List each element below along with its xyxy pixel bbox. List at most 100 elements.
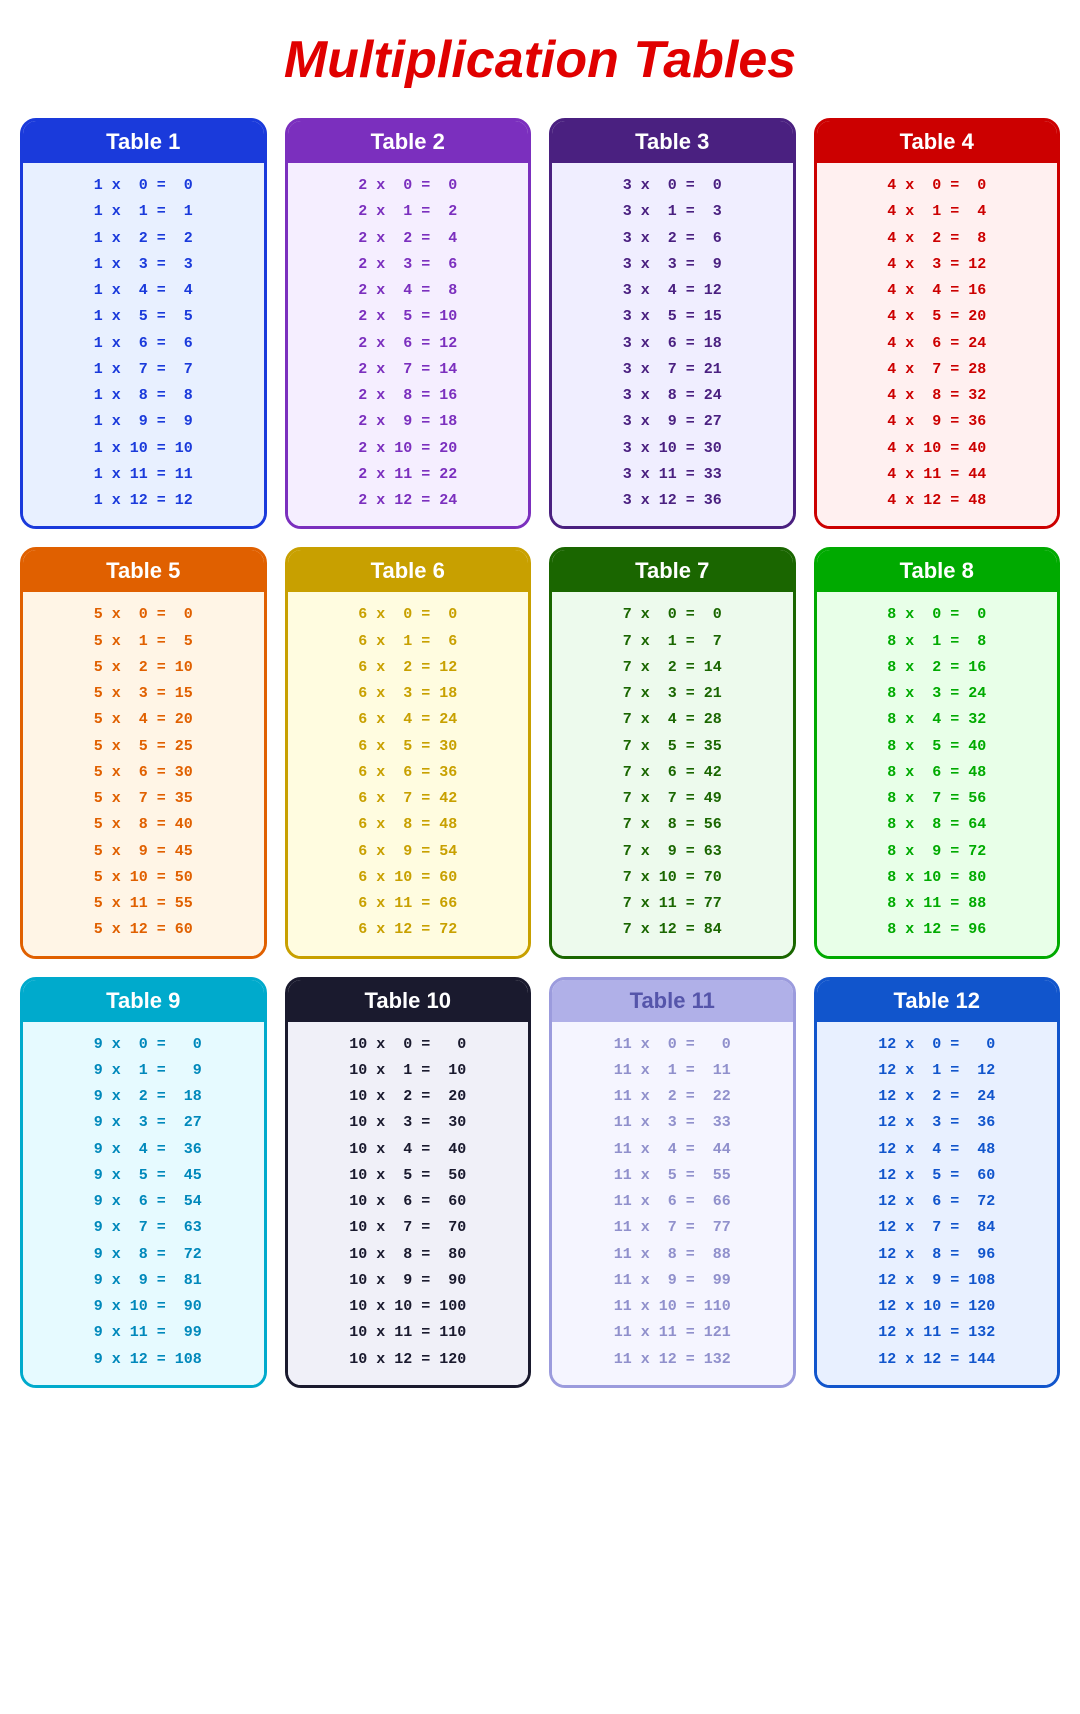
table-1-row-11: 1 x 11 = 11 xyxy=(35,462,252,488)
table-12-row-9: 12 x 9 = 108 xyxy=(829,1268,1046,1294)
table-3-row-11: 3 x 11 = 33 xyxy=(564,462,781,488)
table-12-row-6: 12 x 6 = 72 xyxy=(829,1189,1046,1215)
table-2-row-5: 2 x 5 = 10 xyxy=(300,304,517,330)
table-8-row-8: 8 x 8 = 64 xyxy=(829,812,1046,838)
table-10-row-5: 10 x 5 = 50 xyxy=(300,1163,517,1189)
table-2-row-1: 2 x 1 = 2 xyxy=(300,199,517,225)
table-header-2: Table 2 xyxy=(288,121,529,163)
table-4-row-11: 4 x 11 = 44 xyxy=(829,462,1046,488)
table-7-row-4: 7 x 4 = 28 xyxy=(564,707,781,733)
table-2-row-11: 2 x 11 = 22 xyxy=(300,462,517,488)
table-9-row-11: 9 x 11 = 99 xyxy=(35,1320,252,1346)
table-4-row-9: 4 x 9 = 36 xyxy=(829,409,1046,435)
table-1-row-7: 1 x 7 = 7 xyxy=(35,357,252,383)
table-card-8: Table 88 x 0 = 08 x 1 = 88 x 2 = 168 x 3… xyxy=(814,547,1061,958)
table-1-row-5: 1 x 5 = 5 xyxy=(35,304,252,330)
table-3-row-0: 3 x 0 = 0 xyxy=(564,173,781,199)
table-12-row-1: 12 x 1 = 12 xyxy=(829,1058,1046,1084)
table-4-row-5: 4 x 5 = 20 xyxy=(829,304,1046,330)
table-11-row-1: 11 x 1 = 11 xyxy=(564,1058,781,1084)
table-header-8: Table 8 xyxy=(817,550,1058,592)
table-4-row-1: 4 x 1 = 4 xyxy=(829,199,1046,225)
table-7-row-12: 7 x 12 = 84 xyxy=(564,917,781,943)
table-card-3: Table 33 x 0 = 03 x 1 = 33 x 2 = 63 x 3 … xyxy=(549,118,796,529)
table-7-row-9: 7 x 9 = 63 xyxy=(564,839,781,865)
table-6-row-1: 6 x 1 = 6 xyxy=(300,629,517,655)
table-8-row-2: 8 x 2 = 16 xyxy=(829,655,1046,681)
table-1-row-6: 1 x 6 = 6 xyxy=(35,331,252,357)
table-body-5: 5 x 0 = 05 x 1 = 55 x 2 = 105 x 3 = 155 … xyxy=(23,592,264,955)
table-1-row-3: 1 x 3 = 3 xyxy=(35,252,252,278)
table-9-row-6: 9 x 6 = 54 xyxy=(35,1189,252,1215)
table-5-row-4: 5 x 4 = 20 xyxy=(35,707,252,733)
table-header-5: Table 5 xyxy=(23,550,264,592)
table-6-row-2: 6 x 2 = 12 xyxy=(300,655,517,681)
table-4-row-3: 4 x 3 = 12 xyxy=(829,252,1046,278)
table-7-row-10: 7 x 10 = 70 xyxy=(564,865,781,891)
table-3-row-1: 3 x 1 = 3 xyxy=(564,199,781,225)
table-10-row-9: 10 x 9 = 90 xyxy=(300,1268,517,1294)
table-9-row-8: 9 x 8 = 72 xyxy=(35,1242,252,1268)
table-body-4: 4 x 0 = 04 x 1 = 44 x 2 = 84 x 3 = 124 x… xyxy=(817,163,1058,526)
table-card-5: Table 55 x 0 = 05 x 1 = 55 x 2 = 105 x 3… xyxy=(20,547,267,958)
table-11-row-0: 11 x 0 = 0 xyxy=(564,1032,781,1058)
table-11-row-3: 11 x 3 = 33 xyxy=(564,1110,781,1136)
table-10-row-12: 10 x 12 = 120 xyxy=(300,1347,517,1373)
table-2-row-4: 2 x 4 = 8 xyxy=(300,278,517,304)
table-4-row-12: 4 x 12 = 48 xyxy=(829,488,1046,514)
table-7-row-11: 7 x 11 = 77 xyxy=(564,891,781,917)
table-3-row-6: 3 x 6 = 18 xyxy=(564,331,781,357)
table-7-row-5: 7 x 5 = 35 xyxy=(564,734,781,760)
table-1-row-12: 1 x 12 = 12 xyxy=(35,488,252,514)
table-5-row-8: 5 x 8 = 40 xyxy=(35,812,252,838)
table-8-row-3: 8 x 3 = 24 xyxy=(829,681,1046,707)
table-10-row-0: 10 x 0 = 0 xyxy=(300,1032,517,1058)
table-10-row-7: 10 x 7 = 70 xyxy=(300,1215,517,1241)
table-12-row-12: 12 x 12 = 144 xyxy=(829,1347,1046,1373)
table-3-row-12: 3 x 12 = 36 xyxy=(564,488,781,514)
table-7-row-3: 7 x 3 = 21 xyxy=(564,681,781,707)
table-11-row-5: 11 x 5 = 55 xyxy=(564,1163,781,1189)
table-5-row-9: 5 x 9 = 45 xyxy=(35,839,252,865)
table-body-9: 9 x 0 = 0 9 x 1 = 9 9 x 2 = 18 9 x 3 = 2… xyxy=(23,1022,264,1385)
table-3-row-8: 3 x 8 = 24 xyxy=(564,383,781,409)
table-11-row-4: 11 x 4 = 44 xyxy=(564,1137,781,1163)
table-header-9: Table 9 xyxy=(23,980,264,1022)
table-body-10: 10 x 0 = 010 x 1 = 1010 x 2 = 2010 x 3 =… xyxy=(288,1022,529,1385)
table-12-row-2: 12 x 2 = 24 xyxy=(829,1084,1046,1110)
table-7-row-8: 7 x 8 = 56 xyxy=(564,812,781,838)
table-2-row-6: 2 x 6 = 12 xyxy=(300,331,517,357)
table-1-row-2: 1 x 2 = 2 xyxy=(35,226,252,252)
table-7-row-6: 7 x 6 = 42 xyxy=(564,760,781,786)
table-5-row-1: 5 x 1 = 5 xyxy=(35,629,252,655)
table-12-row-5: 12 x 5 = 60 xyxy=(829,1163,1046,1189)
table-2-row-3: 2 x 3 = 6 xyxy=(300,252,517,278)
table-4-row-7: 4 x 7 = 28 xyxy=(829,357,1046,383)
table-11-row-6: 11 x 6 = 66 xyxy=(564,1189,781,1215)
table-5-row-3: 5 x 3 = 15 xyxy=(35,681,252,707)
table-body-6: 6 x 0 = 06 x 1 = 66 x 2 = 126 x 3 = 186 … xyxy=(288,592,529,955)
table-10-row-3: 10 x 3 = 30 xyxy=(300,1110,517,1136)
table-2-row-8: 2 x 8 = 16 xyxy=(300,383,517,409)
table-card-6: Table 66 x 0 = 06 x 1 = 66 x 2 = 126 x 3… xyxy=(285,547,532,958)
table-body-1: 1 x 0 = 01 x 1 = 11 x 2 = 21 x 3 = 31 x … xyxy=(23,163,264,526)
table-9-row-5: 9 x 5 = 45 xyxy=(35,1163,252,1189)
table-5-row-2: 5 x 2 = 10 xyxy=(35,655,252,681)
table-8-row-10: 8 x 10 = 80 xyxy=(829,865,1046,891)
table-7-row-7: 7 x 7 = 49 xyxy=(564,786,781,812)
table-8-row-9: 8 x 9 = 72 xyxy=(829,839,1046,865)
table-11-row-7: 11 x 7 = 77 xyxy=(564,1215,781,1241)
table-6-row-7: 6 x 7 = 42 xyxy=(300,786,517,812)
table-4-row-6: 4 x 6 = 24 xyxy=(829,331,1046,357)
table-11-row-8: 11 x 8 = 88 xyxy=(564,1242,781,1268)
table-2-row-0: 2 x 0 = 0 xyxy=(300,173,517,199)
table-6-row-12: 6 x 12 = 72 xyxy=(300,917,517,943)
table-3-row-3: 3 x 3 = 9 xyxy=(564,252,781,278)
table-body-11: 11 x 0 = 011 x 1 = 1111 x 2 = 2211 x 3 =… xyxy=(552,1022,793,1385)
table-2-row-2: 2 x 2 = 4 xyxy=(300,226,517,252)
table-9-row-7: 9 x 7 = 63 xyxy=(35,1215,252,1241)
table-10-row-11: 10 x 11 = 110 xyxy=(300,1320,517,1346)
table-12-row-8: 12 x 8 = 96 xyxy=(829,1242,1046,1268)
table-card-10: Table 1010 x 0 = 010 x 1 = 1010 x 2 = 20… xyxy=(285,977,532,1388)
table-header-6: Table 6 xyxy=(288,550,529,592)
